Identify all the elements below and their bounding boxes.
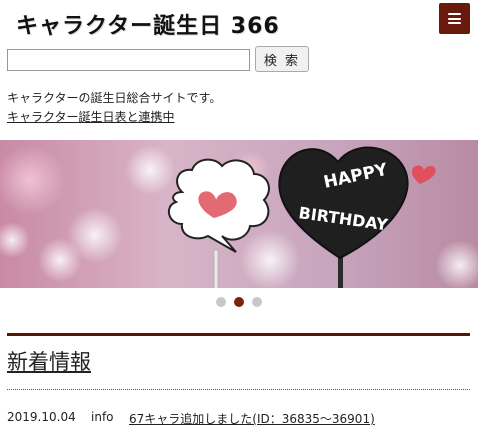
calendar-link[interactable]: キャラクター誕生日表と連携中 xyxy=(7,108,175,125)
news-heading[interactable]: 新着情報 xyxy=(7,346,91,376)
carousel-dot[interactable] xyxy=(252,297,262,307)
carousel-dot-active[interactable] xyxy=(234,297,244,307)
banner-image: HAPPY BIRTHDAY xyxy=(0,140,478,288)
section-divider xyxy=(7,333,470,336)
menu-button[interactable] xyxy=(439,3,470,34)
news-item: 2019.10.04 info 67キャラ追加しました(ID：36835～369… xyxy=(7,410,375,427)
search-input[interactable] xyxy=(7,49,250,71)
news-category: info xyxy=(91,410,114,424)
search-button[interactable]: 検 索 xyxy=(255,46,309,72)
news-link[interactable]: 67キャラ追加しました(ID：36835～36901) xyxy=(129,410,375,427)
hero-banner[interactable]: HAPPY BIRTHDAY xyxy=(0,140,478,288)
site-description: キャラクターの誕生日総合サイトです。 xyxy=(7,91,222,105)
news-date: 2019.10.04 xyxy=(7,410,76,424)
site-title[interactable]: キャラクター誕生日 366 xyxy=(16,8,280,40)
carousel-dot[interactable] xyxy=(216,297,226,307)
hamburger-menu-icon xyxy=(448,13,461,24)
dotted-divider xyxy=(7,389,470,390)
carousel-dots xyxy=(0,297,478,309)
